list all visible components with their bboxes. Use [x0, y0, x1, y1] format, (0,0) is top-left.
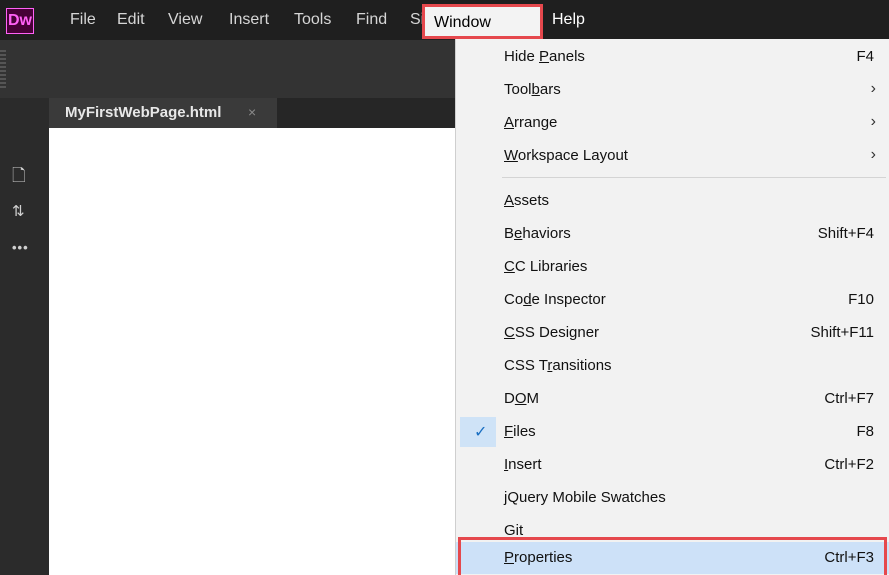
menu-item-label: Toolbars — [504, 81, 561, 98]
close-icon[interactable]: × — [248, 104, 256, 120]
menu-separator — [502, 177, 886, 178]
menu-item-cc-libraries[interactable]: CC Libraries — [456, 251, 889, 283]
menu-view[interactable]: View — [168, 10, 202, 30]
left-toolbar: 🗋 ⇅ ••• — [0, 98, 49, 575]
more-icon[interactable]: ••• — [12, 238, 29, 258]
menu-item-arrange[interactable]: Arrange › — [456, 107, 889, 139]
document-tab[interactable]: MyFirstWebPage.html × — [49, 98, 277, 128]
menu-item-label: CSS Designer — [504, 324, 600, 341]
properties-highlight-outline — [458, 537, 887, 575]
menu-item-workspace-layout[interactable]: Workspace Layout › — [456, 140, 889, 172]
menu-item-assets[interactable]: Assets — [456, 185, 889, 217]
menu-item-shortcut: F4 — [856, 48, 874, 65]
menu-item-hide-panels[interactable]: Hide Panels F4 — [456, 41, 889, 73]
menu-item-label: DOM — [504, 390, 540, 407]
menu-item-dom[interactable]: DOM Ctrl+F7 — [456, 383, 889, 415]
document-tab-label: MyFirstWebPage.html — [65, 104, 222, 121]
menu-item-shortcut: Ctrl+F2 — [824, 456, 874, 473]
chevron-right-icon: › — [870, 146, 876, 163]
toolbar-grip[interactable] — [0, 50, 6, 90]
menu-item-label: Arrange — [504, 114, 558, 131]
menu-item-jquery-mobile-swatches[interactable]: jQuery Mobile Swatches — [456, 482, 889, 514]
menu-item-label: Behaviors — [504, 225, 571, 242]
menu-item-css-designer[interactable]: CSS Designer Shift+F11 — [456, 317, 889, 349]
checkmark-icon: ✓ — [474, 424, 488, 441]
menu-tools[interactable]: Tools — [294, 10, 331, 30]
menu-item-label: Hide Panels — [504, 48, 585, 65]
menu-item-shortcut: Shift+F11 — [810, 324, 874, 341]
dreamweaver-logo: Dw — [6, 8, 34, 34]
new-file-icon[interactable]: 🗋 — [12, 166, 26, 186]
menu-insert[interactable]: Insert — [229, 10, 269, 30]
menu-item-label: jQuery Mobile Swatches — [504, 489, 666, 506]
window-menu-dropdown: Hide Panels F4 Toolbars › Arrange › Workspace … — [455, 39, 889, 575]
menu-item-shortcut: Ctrl+F7 — [824, 390, 874, 407]
checkmark-box: ✓ — [460, 417, 496, 447]
menu-item-shortcut: F8 — [856, 423, 874, 440]
menu-item-label: CSS Transitions — [504, 357, 612, 374]
menu-file[interactable]: File — [70, 10, 96, 30]
menu-item-behaviors[interactable]: Behaviors Shift+F4 — [456, 218, 889, 250]
menu-window[interactable]: Window — [422, 4, 543, 39]
menu-item-label: Workspace Layout — [504, 147, 628, 164]
menu-item-files[interactable]: ✓ Files F8 — [456, 416, 889, 448]
menu-help[interactable]: Help — [552, 10, 585, 30]
chevron-right-icon: › — [870, 113, 876, 130]
menu-find[interactable]: Find — [356, 10, 387, 30]
menu-item-label: CC Libraries — [504, 258, 588, 275]
menu-edit[interactable]: Edit — [117, 10, 145, 30]
chevron-right-icon: › — [870, 80, 876, 97]
menu-item-toolbars[interactable]: Toolbars › — [456, 74, 889, 106]
menu-item-label: Assets — [504, 192, 550, 209]
menu-item-shortcut: F10 — [848, 291, 874, 308]
menu-item-label: Code Inspector — [504, 291, 606, 308]
menu-item-insert[interactable]: Insert Ctrl+F2 — [456, 449, 889, 481]
transfer-icon[interactable]: ⇅ — [12, 202, 25, 222]
menu-item-code-inspector[interactable]: Code Inspector F10 — [456, 284, 889, 316]
menu-item-css-transitions[interactable]: CSS Transitions — [456, 350, 889, 382]
menu-item-shortcut: Shift+F4 — [817, 225, 874, 242]
menu-item-label: Insert — [504, 456, 542, 473]
menu-item-label: Files — [504, 423, 536, 440]
menu-window-label: Window — [434, 14, 491, 31]
menu-bar: Dw File Edit View Insert Tools Find Site… — [0, 0, 889, 40]
